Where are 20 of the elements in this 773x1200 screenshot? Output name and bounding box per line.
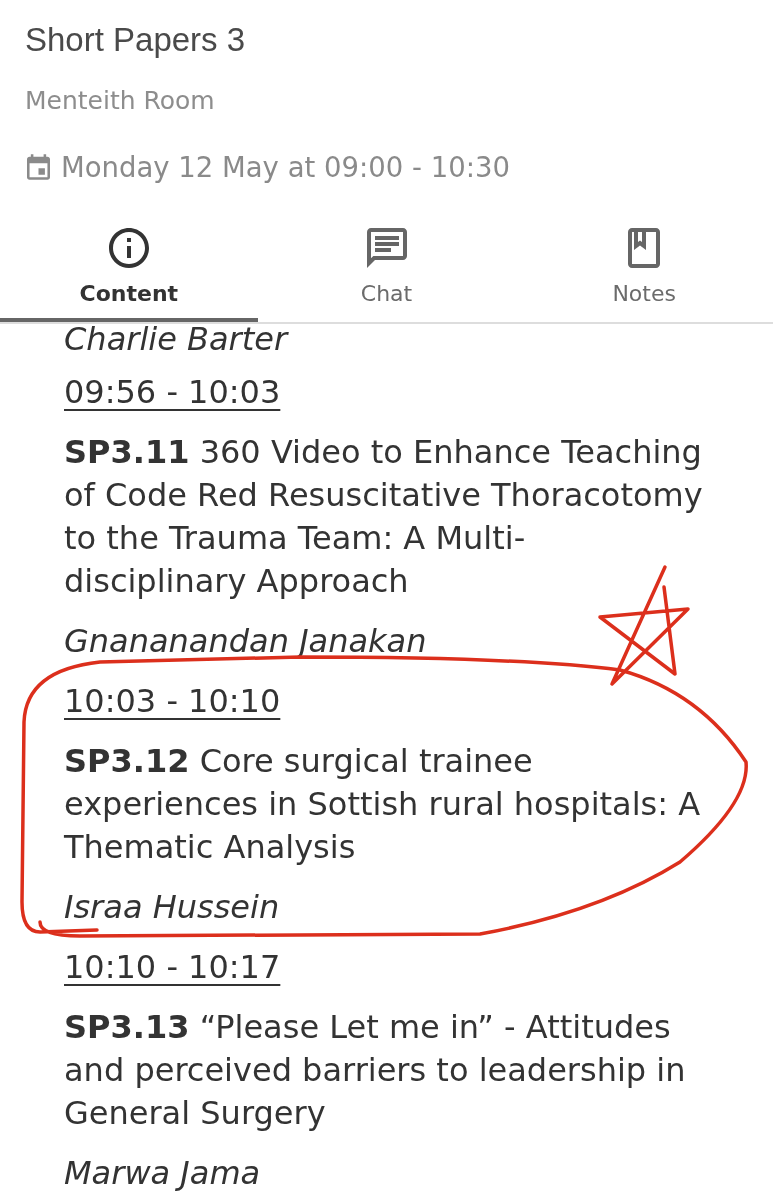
tab[interactable]: Notes xyxy=(515,205,773,322)
time-link[interactable]: 10:03 - 10:10 xyxy=(64,680,281,723)
time-link[interactable]: 09:56 - 10:03 xyxy=(64,371,281,414)
author-name: Charlie Barter xyxy=(64,324,288,354)
time-link[interactable]: 10:10 - 10:17 xyxy=(64,946,281,989)
room-name: Menteith Room xyxy=(25,86,215,116)
session-schedule: Monday 12 May at 09:00 - 10:30 xyxy=(61,150,510,185)
author-name: Gnananandan Janakan xyxy=(64,621,427,662)
session-title: Short Papers 3 xyxy=(25,20,246,60)
calendar-icon xyxy=(27,154,50,180)
tab[interactable]: Chat xyxy=(257,205,516,322)
book-icon xyxy=(628,228,661,268)
paper-title: SP3.12 Core surgical trainee experiences in Sottish rural hospitals: A Thematic Analysis xyxy=(64,741,702,868)
chat-icon xyxy=(366,228,407,268)
author-name: Israa Hussein xyxy=(64,887,280,928)
paper-title: SP3.13 “Please Let me in” - Attitudes and perceived barriers to leadership in General Surgery xyxy=(64,1007,687,1134)
author-name: Marwa Jama xyxy=(64,1153,261,1194)
tab[interactable]: Content xyxy=(0,205,258,322)
info-icon xyxy=(108,228,149,268)
paper-title: SP3.11 360 Video to Enhance Teaching of Code Red Resuscitative Thoracotomy to the Trauma Team: A Multi-disciplinary Approach xyxy=(64,432,704,602)
